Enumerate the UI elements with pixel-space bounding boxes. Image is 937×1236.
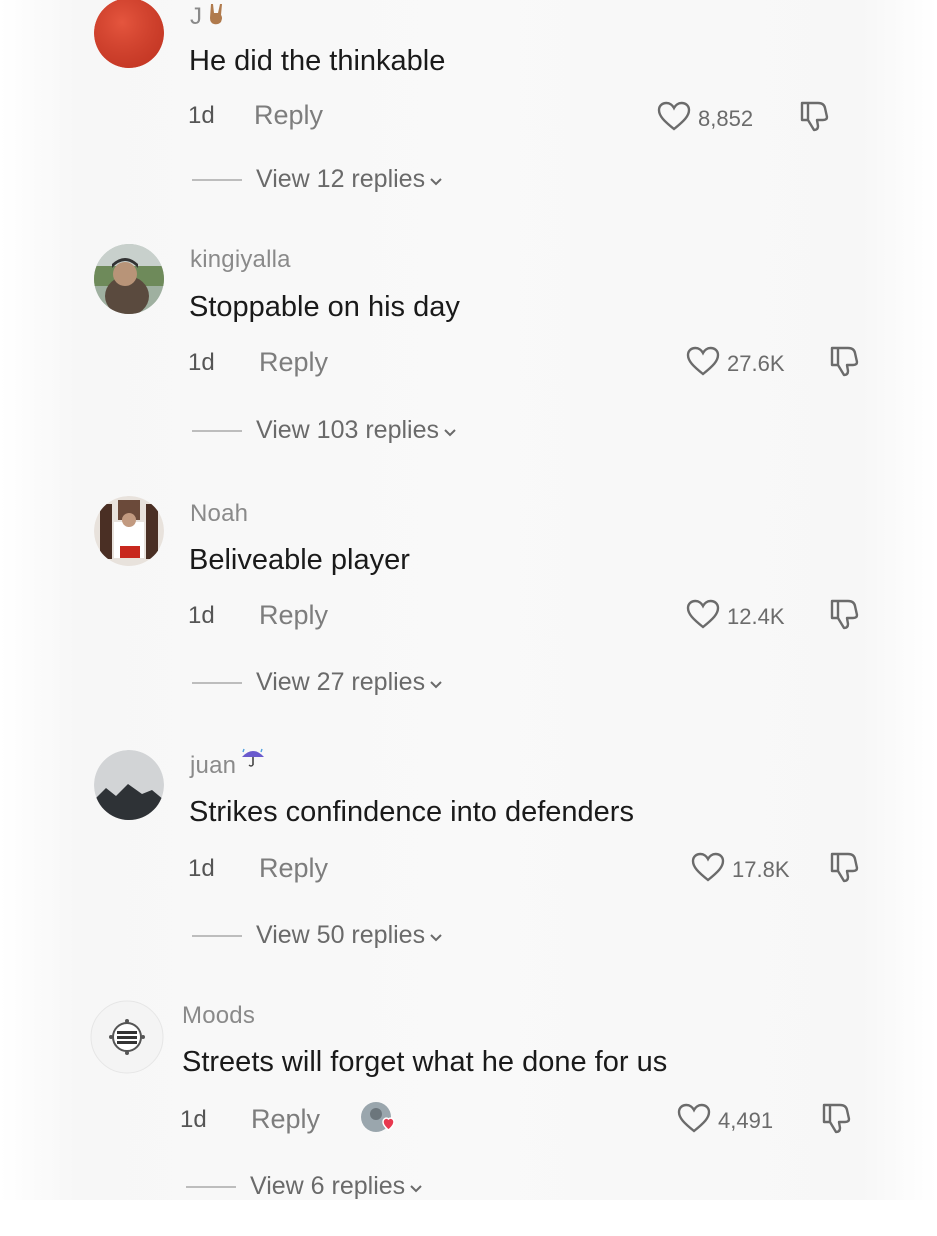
- heart-outline-icon: [676, 1102, 712, 1140]
- view-replies-label: View 12 replies: [256, 165, 426, 193]
- heart-outline-icon: [656, 100, 692, 138]
- comment-username[interactable]: J: [190, 2, 228, 33]
- avatar[interactable]: [94, 750, 164, 820]
- view-replies-button[interactable]: View 103 replies: [192, 416, 457, 445]
- comment-item: kingiyalla Stoppable on his day 1d Reply…: [0, 240, 937, 480]
- comment-item: juan Strikes confindence into defenders …: [0, 744, 937, 984]
- view-replies-label: View 103 replies: [256, 416, 439, 444]
- dislike-button[interactable]: [826, 849, 862, 890]
- comment-time: 1d: [180, 1106, 207, 1133]
- avatar[interactable]: [94, 496, 164, 566]
- dislike-button[interactable]: [826, 343, 862, 384]
- thumbs-down-icon: [818, 1103, 854, 1140]
- chevron-down-icon: [443, 416, 457, 445]
- heart-outline-icon: [685, 345, 721, 383]
- reply-button[interactable]: Reply: [254, 100, 323, 131]
- view-replies-label: View 27 replies: [256, 668, 426, 696]
- comment-text: Beliveable player: [189, 544, 410, 576]
- comment-item: Noah Beliveable player 1d Reply 12.4K Vi…: [0, 492, 937, 732]
- avatar[interactable]: [90, 1000, 164, 1074]
- reply-button[interactable]: Reply: [259, 600, 328, 631]
- like-count: 12.4K: [727, 604, 785, 629]
- comment-text: Strikes confindence into defenders: [189, 796, 634, 828]
- comments-panel: J He did the thinkable 1d Reply 8,852 Vi…: [0, 0, 937, 1200]
- heart-outline-icon: [685, 598, 721, 636]
- avatar[interactable]: [94, 0, 164, 68]
- comment-username[interactable]: juan: [190, 748, 266, 780]
- like-count: 4,491: [718, 1108, 774, 1133]
- view-replies-label: View 50 replies: [256, 921, 426, 949]
- view-replies-button[interactable]: View 50 replies: [192, 921, 443, 950]
- divider-line: [192, 178, 242, 181]
- like-button[interactable]: 17.8K: [690, 851, 790, 889]
- rock-hand-emoji: [206, 2, 228, 33]
- like-count: 17.8K: [732, 857, 790, 882]
- chevron-down-icon: [429, 921, 443, 950]
- thumbs-down-icon: [826, 852, 862, 889]
- like-button[interactable]: 8,852: [656, 100, 753, 138]
- thumbs-down-icon: [826, 599, 862, 636]
- comment-item: Moods Streets will forget what he done f…: [0, 996, 937, 1236]
- comment-text: He did the thinkable: [189, 45, 446, 77]
- avatar[interactable]: [94, 244, 164, 314]
- view-replies-button[interactable]: View 6 replies: [186, 1172, 423, 1201]
- umbrella-rain-emoji: [240, 746, 266, 774]
- reply-button[interactable]: Reply: [259, 347, 328, 378]
- thumbs-down-icon: [796, 101, 832, 138]
- view-replies-button[interactable]: View 27 replies: [192, 668, 443, 697]
- dislike-button[interactable]: [818, 1100, 854, 1141]
- view-replies-button[interactable]: View 12 replies: [192, 165, 443, 194]
- divider-line: [192, 429, 242, 432]
- comment-item: J He did the thinkable 1d Reply 8,852 Vi…: [0, 0, 937, 240]
- liked-by-creator-badge: [359, 1100, 403, 1145]
- chevron-down-icon: [429, 668, 443, 697]
- comment-username[interactable]: Moods: [182, 1002, 255, 1030]
- view-replies-label: View 6 replies: [250, 1172, 406, 1200]
- heart-outline-icon: [690, 851, 726, 889]
- dislike-button[interactable]: [826, 596, 862, 637]
- chevron-down-icon: [429, 165, 443, 194]
- reply-button[interactable]: Reply: [259, 853, 328, 884]
- thumbs-down-icon: [826, 346, 862, 383]
- like-count: 27.6K: [727, 351, 785, 376]
- reply-button[interactable]: Reply: [251, 1104, 320, 1135]
- comment-username[interactable]: kingiyalla: [190, 246, 291, 274]
- divider-line: [186, 1185, 236, 1188]
- comment-username[interactable]: Noah: [190, 500, 248, 528]
- like-button[interactable]: 12.4K: [685, 598, 785, 636]
- dislike-button[interactable]: [796, 98, 832, 139]
- chevron-down-icon: [409, 1172, 423, 1201]
- like-button[interactable]: 27.6K: [685, 345, 785, 383]
- comment-text: Streets will forget what he done for us: [182, 1046, 668, 1078]
- comment-time: 1d: [188, 349, 215, 376]
- comment-time: 1d: [188, 855, 215, 882]
- comment-time: 1d: [188, 102, 215, 129]
- comment-text: Stoppable on his day: [189, 291, 460, 323]
- like-count: 8,852: [698, 106, 754, 131]
- divider-line: [192, 934, 242, 937]
- divider-line: [192, 681, 242, 684]
- like-button[interactable]: 4,491: [676, 1102, 773, 1140]
- comment-time: 1d: [188, 602, 215, 629]
